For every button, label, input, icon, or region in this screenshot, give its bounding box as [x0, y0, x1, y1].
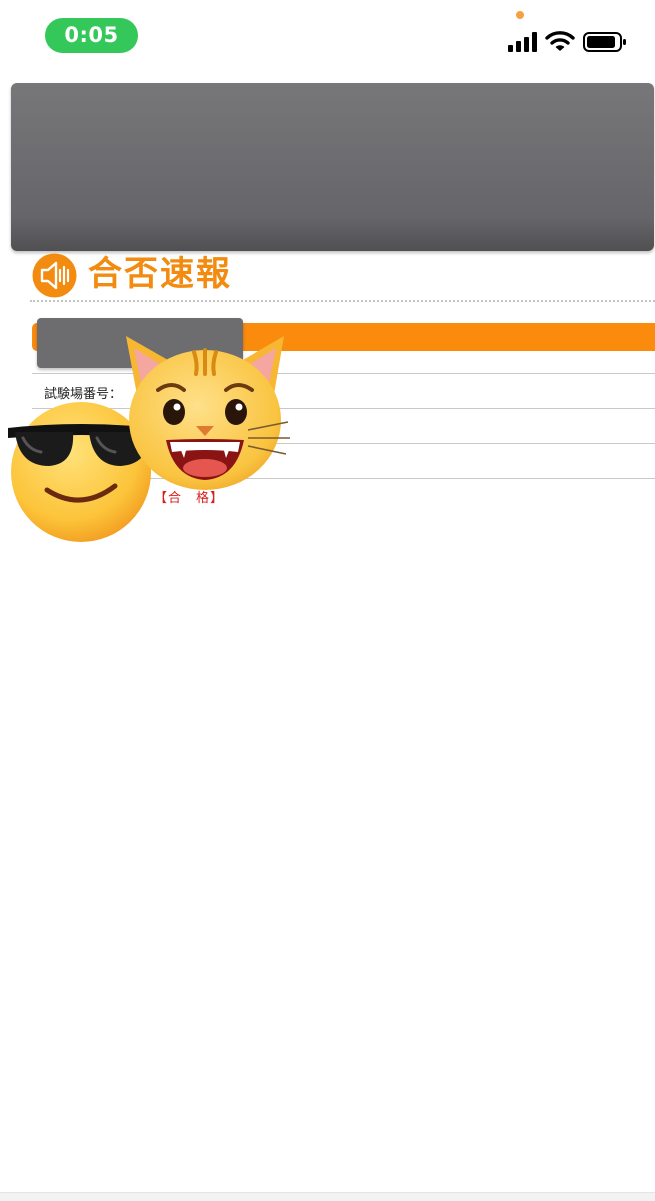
status-bar: 0:05: [0, 0, 655, 70]
signal-icon: [508, 32, 537, 52]
section-heading: 合否速報: [30, 252, 655, 300]
redacted-header-block: [11, 83, 654, 251]
time-pill[interactable]: 0:05: [45, 18, 138, 53]
wifi-icon: [545, 31, 575, 51]
page-title: 合否速報: [88, 254, 232, 294]
grinning-cat-emoji: [126, 336, 290, 490]
dotted-divider: [30, 300, 655, 302]
privacy-indicator-dot: [516, 11, 524, 19]
battery-icon: [583, 32, 626, 52]
speaker-icon: [32, 253, 77, 298]
